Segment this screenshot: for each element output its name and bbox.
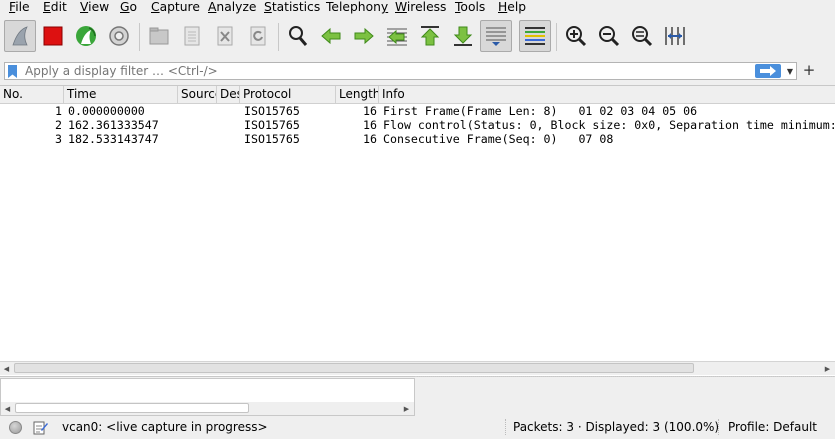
packet-cell-destination [219, 132, 239, 146]
zoom-out-icon[interactable] [593, 20, 625, 52]
zoom-in-icon[interactable] [560, 20, 592, 52]
menu-go[interactable]: Go [115, 0, 142, 16]
column-header-time[interactable]: Time [64, 86, 178, 103]
auto-scroll-icon[interactable] [480, 20, 512, 52]
packet-cell-length: 16 [363, 132, 377, 146]
open-file-icon[interactable] [143, 20, 175, 52]
menu-capture[interactable]: Capture [146, 0, 205, 16]
scrollbar-thumb[interactable] [14, 363, 694, 373]
expert-info-led-icon[interactable] [9, 421, 22, 434]
packet-cell-destination [219, 104, 239, 118]
go-forward-icon[interactable] [348, 20, 380, 52]
menu-telephony[interactable]: Telephony [321, 0, 393, 16]
packet-count-text: Packets: 3 · Displayed: 3 (100.0%) [513, 420, 720, 434]
status-bar: vcan0: <live capture in progress> Packet… [0, 417, 835, 439]
chevron-down-icon[interactable]: ▼ [785, 64, 795, 78]
zoom-normal-icon[interactable] [626, 20, 658, 52]
display-filter-input[interactable] [25, 64, 745, 78]
packet-list-hscrollbar[interactable]: ◀ ▶ [0, 361, 835, 375]
reload-file-icon[interactable] [242, 20, 274, 52]
packet-cell-info: First Frame(Frame Len: 8) 01 02 03 04 05… [383, 104, 698, 118]
restart-capture-icon[interactable] [70, 20, 102, 52]
packet-row[interactable]: 3 182.533143747 ISO15765 16 Consecutive Fram… [0, 132, 835, 146]
packet-row[interactable]: 1 0.000000000 ISO15765 16 First Frame(Frame … [0, 104, 835, 118]
packet-cell-no: 1 [55, 104, 62, 118]
save-file-icon[interactable] [176, 20, 208, 52]
go-back-icon[interactable] [315, 20, 347, 52]
packet-cell-source [180, 104, 216, 118]
scroll-right-icon[interactable]: ▶ [822, 363, 833, 374]
menu-edit[interactable]: Edit [38, 0, 72, 16]
go-to-packet-icon[interactable] [381, 20, 413, 52]
go-last-icon[interactable] [447, 20, 479, 52]
packet-cell-no: 2 [55, 118, 62, 132]
packet-cell-length: 16 [363, 104, 377, 118]
packet-cell-no: 3 [55, 132, 62, 146]
packet-list-header: No. Time Source Destination Protocol Len… [0, 86, 835, 104]
packet-list: No. Time Source Destination Protocol Len… [0, 85, 835, 377]
capture-comment-icon[interactable] [33, 420, 48, 435]
scrollbar-thumb[interactable] [15, 403, 249, 413]
menu-wireless[interactable]: Wireless [390, 0, 451, 16]
packet-row[interactable]: 2 162.361333547 ISO15765 16 Flow control(Sta… [0, 118, 835, 132]
capture-options-icon[interactable] [103, 20, 135, 52]
menu-statistics[interactable]: Statistics [259, 0, 325, 16]
pane-splitter[interactable] [415, 376, 835, 380]
scroll-left-icon[interactable]: ◀ [2, 403, 13, 414]
packet-cell-protocol: ISO15765 [244, 132, 300, 146]
packet-cell-time: 162.361333547 [68, 118, 159, 132]
column-header-info[interactable]: Info [379, 86, 835, 103]
packet-cell-source [180, 132, 216, 146]
shark-fin-start-icon[interactable] [4, 20, 36, 52]
menu-tools[interactable]: Tools [450, 0, 490, 16]
apply-filter-button[interactable] [755, 64, 781, 78]
packet-cell-source [180, 118, 216, 132]
filter-bookmark-icon[interactable] [8, 65, 17, 78]
packet-cell-protocol: ISO15765 [244, 104, 300, 118]
scroll-left-icon[interactable]: ◀ [1, 363, 12, 374]
packet-cell-protocol: ISO15765 [244, 118, 300, 132]
stop-capture-icon[interactable] [37, 20, 69, 52]
profile-text[interactable]: Profile: Default [728, 420, 817, 434]
packet-cell-time: 0.000000000 [68, 104, 145, 118]
scroll-right-icon[interactable]: ▶ [401, 403, 412, 414]
display-filter-bar: ▼ [4, 62, 797, 80]
arrow-right-icon [760, 66, 776, 76]
capture-status-text: vcan0: <live capture in progress> [62, 420, 268, 434]
details-hscrollbar[interactable]: ◀ ▶ [1, 402, 414, 415]
menu-analyze[interactable]: Analyze [203, 0, 261, 16]
packet-details-pane: ◀ ▶ [0, 378, 415, 416]
packet-cell-info: Consecutive Frame(Seq: 0) 07 08 [383, 132, 614, 146]
packet-cell-destination [219, 118, 239, 132]
packet-cell-time: 182.533143747 [68, 132, 159, 146]
column-header-no[interactable]: No. [0, 86, 64, 103]
go-first-icon[interactable] [414, 20, 446, 52]
column-header-protocol[interactable]: Protocol [240, 86, 336, 103]
column-header-source[interactable]: Source [178, 86, 217, 103]
find-packet-icon[interactable] [282, 20, 314, 52]
menu-view[interactable]: View [75, 0, 114, 16]
close-file-icon[interactable] [209, 20, 241, 52]
packet-cell-length: 16 [363, 118, 377, 132]
menu-help[interactable]: Help [493, 0, 531, 16]
colorize-icon[interactable] [519, 20, 551, 52]
column-header-length[interactable]: Length [336, 86, 379, 103]
packet-cell-info: Flow control(Status: 0, Block size: 0x0,… [383, 118, 835, 132]
column-header-destination[interactable]: Destination [217, 86, 240, 103]
main-toolbar [0, 17, 835, 57]
menu-bar: File Edit View Go Capture Analyze Statistics Te… [0, 0, 835, 16]
resize-columns-icon[interactable] [659, 20, 691, 52]
menu-file[interactable]: File [4, 0, 35, 16]
add-filter-button[interactable]: + [802, 61, 816, 79]
